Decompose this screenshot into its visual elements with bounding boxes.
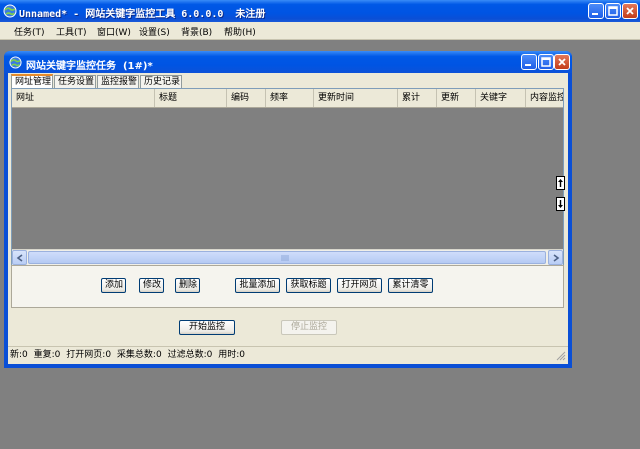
globe-icon [3, 4, 17, 18]
menu-task[interactable]: 任务(T) [14, 25, 45, 38]
column-header-title[interactable]: 标题 [155, 89, 227, 107]
maximize-button[interactable] [605, 3, 621, 19]
tab-monitor-alarm[interactable]: 监控报警 [97, 75, 139, 88]
batch-add-button[interactable]: 批量添加 [235, 278, 280, 293]
url-table[interactable]: 网址 标题 编码 频率 更新时间 累计 更新 关键字 内容监控 [11, 88, 564, 265]
stop-monitor-button: 停止监控 [281, 320, 337, 335]
maximize-icon [541, 57, 551, 67]
child-maximize-button[interactable] [538, 54, 554, 70]
scroll-thumb[interactable] [28, 251, 546, 264]
chevron-left-icon [16, 254, 23, 262]
arrow-down-icon [558, 200, 563, 208]
tab-task-settings[interactable]: 任务设置 [54, 75, 96, 88]
delete-button[interactable]: 删除 [175, 278, 200, 293]
monitor-control-panel: 开始监控 停止监控 [8, 308, 568, 344]
globe-icon [9, 56, 22, 69]
child-minimize-button[interactable] [521, 54, 537, 70]
column-header-total[interactable]: 累计 [398, 89, 437, 107]
resize-grip-icon[interactable] [556, 351, 566, 361]
add-button[interactable]: 添加 [101, 278, 126, 293]
column-header-keyword[interactable]: 关键字 [476, 89, 526, 107]
status-bar: 新:0 重复:0 打开网页:0 采集总数:0 过滤总数:0 用时:0 [8, 346, 568, 363]
column-header-content-monitor[interactable]: 内容监控 [526, 89, 563, 107]
menu-tools[interactable]: 工具(T) [56, 25, 87, 38]
minimize-button[interactable] [588, 3, 604, 19]
column-header-update-time[interactable]: 更新时间 [314, 89, 398, 107]
arrow-up-icon [558, 179, 563, 187]
status-elapsed: 用时:0 [218, 350, 245, 360]
column-header-update[interactable]: 更新 [437, 89, 476, 107]
close-button[interactable] [622, 3, 638, 19]
task-window-title: 网站关键字监控任务 (1#)* [26, 61, 153, 72]
menu-help[interactable]: 帮助(H) [224, 25, 256, 38]
column-header-frequency[interactable]: 频率 [266, 89, 314, 107]
maximize-icon [608, 6, 618, 16]
start-monitor-button[interactable]: 开始监控 [179, 320, 235, 335]
menu-settings[interactable]: 设置(S) [139, 25, 170, 38]
menu-bar: 任务(T) 工具(T) 窗口(W) 设置(S) 背景(B) 帮助(H) [0, 22, 640, 40]
task-window-title-bar[interactable]: 网站关键字监控任务 (1#)* [4, 51, 572, 73]
app-title-bar[interactable]: Unnamed* - 网站关键字监控工具 6.0.0.0 未注册 [0, 0, 640, 22]
scroll-right-button[interactable] [548, 250, 563, 265]
reset-total-button[interactable]: 累计清零 [388, 278, 433, 293]
app-title: Unnamed* - 网站关键字监控工具 6.0.0.0 未注册 [19, 9, 266, 20]
fetch-title-button[interactable]: 获取标题 [286, 278, 331, 293]
task-window-body: 网址管理 任务设置 监控报警 历史记录 网址 标题 编码 频率 更新时间 累计 … [8, 73, 568, 364]
status-filtered-total: 过滤总数:0 [167, 350, 213, 360]
child-close-button[interactable] [554, 54, 570, 70]
menu-window[interactable]: 窗口(W) [97, 25, 131, 38]
scroll-left-button[interactable] [12, 250, 27, 265]
move-up-button[interactable] [556, 176, 565, 190]
status-new: 新:0 [10, 350, 28, 360]
minimize-icon [592, 13, 598, 15]
move-down-button[interactable] [556, 197, 565, 211]
chevron-right-icon [553, 254, 560, 262]
column-header-url[interactable]: 网址 [12, 89, 155, 107]
menu-background[interactable]: 背景(B) [181, 25, 212, 38]
close-icon [626, 7, 634, 15]
column-header-encoding[interactable]: 编码 [227, 89, 266, 107]
edit-button[interactable]: 修改 [139, 278, 164, 293]
minimize-icon [525, 64, 531, 66]
action-button-panel: 添加 修改 删除 批量添加 获取标题 打开网页 累计清零 [11, 265, 564, 308]
status-opened-pages: 打开网页:0 [66, 350, 112, 360]
horizontal-scrollbar[interactable] [12, 249, 563, 265]
tab-history[interactable]: 历史记录 [140, 75, 182, 88]
status-collected-total: 采集总数:0 [116, 350, 162, 360]
task-window: 网站关键字监控任务 (1#)* 网址管理 任务设置 监控报警 历史记录 网址 标… [4, 51, 572, 368]
table-header: 网址 标题 编码 频率 更新时间 累计 更新 关键字 内容监控 [12, 89, 563, 108]
grip-icon [281, 255, 289, 261]
open-page-button[interactable]: 打开网页 [337, 278, 382, 293]
tab-url-management[interactable]: 网址管理 [11, 74, 53, 89]
close-icon [558, 58, 566, 66]
status-duplicate: 重复:0 [33, 350, 61, 360]
